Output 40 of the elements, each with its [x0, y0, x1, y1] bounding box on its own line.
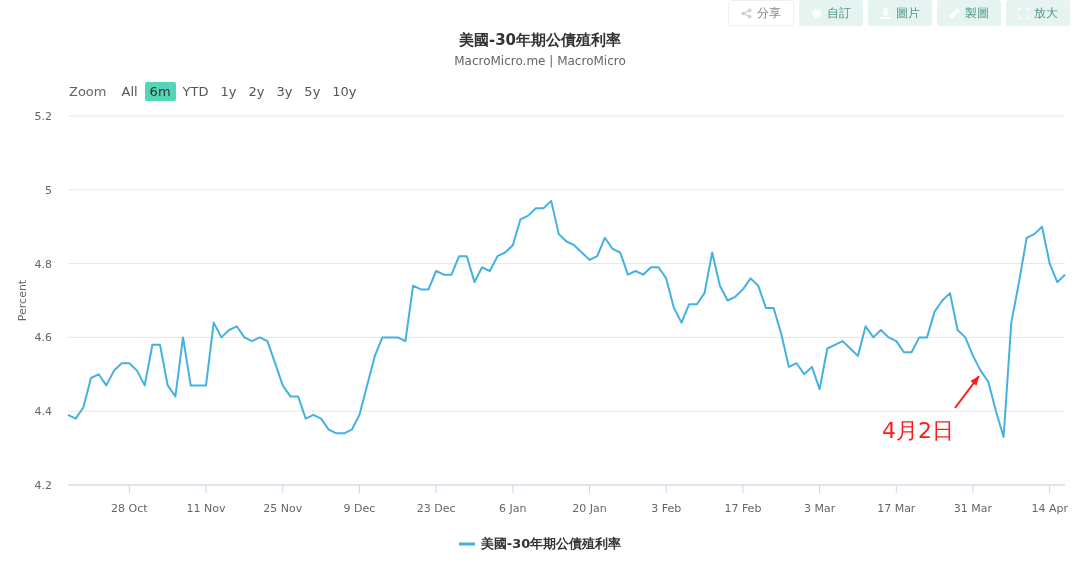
y-axis-label: 5.2 — [34, 110, 52, 123]
x-axis-label: 31 Mar — [953, 502, 993, 515]
x-axis-label: 23 Dec — [416, 502, 456, 515]
y-axis-label: 5 — [45, 183, 52, 197]
range-button[interactable]: YTD — [177, 81, 214, 101]
x-axis-label: 25 Nov — [263, 502, 303, 515]
range-button[interactable]: All — [116, 81, 143, 101]
download-icon — [880, 7, 891, 19]
chart-title: 美國-30年期公債殖利率 — [457, 31, 623, 50]
share-icon — [741, 7, 752, 19]
x-axis-label: 3 Feb — [651, 502, 682, 515]
range-button[interactable]: 6m — [144, 81, 176, 101]
x-axis-label: 6 Jan — [499, 502, 527, 515]
annotation-arrow — [954, 375, 980, 409]
y-axis-label: 4.8 — [34, 257, 52, 271]
chart-subtitle: MacroMicro.me | MacroMicro — [453, 54, 627, 68]
x-axis-label: 14 Apr — [1031, 502, 1068, 515]
range-button[interactable]: 10y — [327, 81, 362, 101]
x-axis-label: 20 Jan — [572, 502, 607, 515]
x-axis-label: 17 Feb — [724, 502, 762, 515]
y-axis-label: 4.4 — [34, 405, 52, 419]
legend-item[interactable]: 美國-30年期公債殖利率 — [458, 535, 622, 553]
range-button[interactable]: 2y — [243, 81, 270, 101]
y-axis-label: 4.2 — [34, 479, 52, 492]
settings-icon — [811, 7, 822, 19]
x-axis-label: 3 Mar — [803, 502, 836, 515]
range-button[interactable]: 5y — [299, 81, 326, 101]
range-button[interactable]: 1y — [215, 81, 242, 101]
y-axis-label: 4.6 — [34, 331, 52, 345]
x-axis-label: 28 Oct — [111, 502, 148, 515]
expand-icon — [1018, 7, 1029, 19]
x-axis-label: 17 Mar — [877, 502, 916, 515]
zoom-label: Zoom — [69, 83, 107, 99]
range-button[interactable]: 3y — [271, 81, 298, 101]
annotation-text: 4月2日 — [882, 418, 954, 443]
toolbar-button[interactable]: 分享 — [728, 0, 794, 26]
pencil-icon — [949, 7, 960, 19]
y-axis-title: Percent — [16, 279, 29, 322]
x-axis-label: 11 Nov — [186, 502, 226, 515]
x-axis-label: 9 Dec — [343, 502, 376, 515]
